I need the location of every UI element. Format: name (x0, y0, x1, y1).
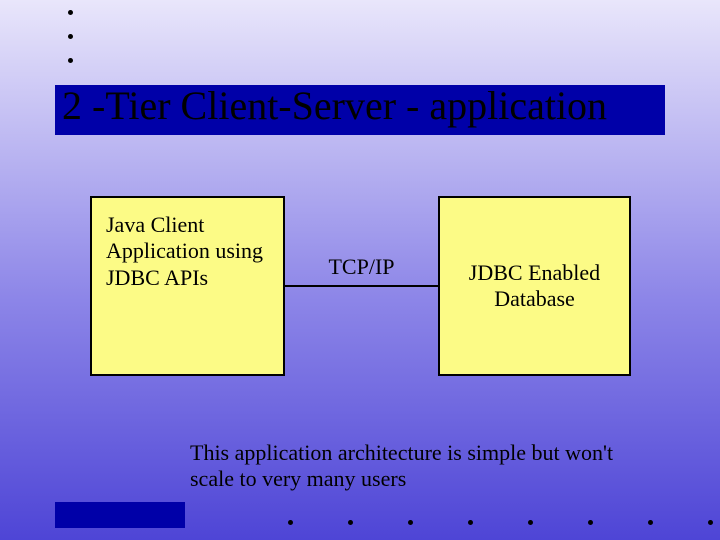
decorative-dot (68, 10, 73, 15)
decorative-dot (708, 520, 713, 525)
client-box-label: Java Client Application using JDBC APIs (106, 212, 263, 290)
decorative-dot (468, 520, 473, 525)
decorative-dot (68, 34, 73, 39)
client-box: Java Client Application using JDBC APIs (90, 196, 285, 376)
decorative-dot (408, 520, 413, 525)
decorative-dot (528, 520, 533, 525)
database-box: JDBC Enabled Database (438, 196, 631, 376)
caption-text: This application architecture is simple … (190, 440, 620, 493)
decorative-dot (588, 520, 593, 525)
connector-line (285, 285, 438, 287)
decorative-dot (68, 58, 73, 63)
decorative-dot (348, 520, 353, 525)
footer-block (55, 502, 185, 528)
database-box-label: JDBC Enabled Database (454, 260, 615, 313)
connector-label: TCP/IP (285, 254, 438, 280)
decorative-dot (288, 520, 293, 525)
slide-title: 2 -Tier Client-Server - application (62, 82, 607, 129)
decorative-dot (648, 520, 653, 525)
slide: 2 -Tier Client-Server - application Java… (0, 0, 720, 540)
